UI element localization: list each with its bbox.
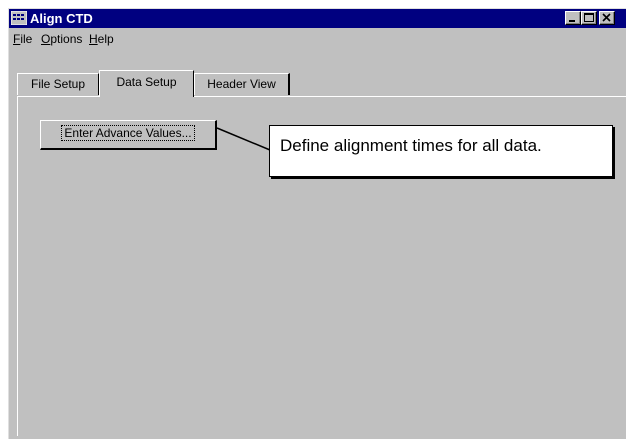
callout-annotation: Define alignment times for all data.: [269, 125, 613, 177]
callout-text: Define alignment times for all data.: [280, 136, 542, 155]
callout-leader-line: [216, 127, 271, 151]
